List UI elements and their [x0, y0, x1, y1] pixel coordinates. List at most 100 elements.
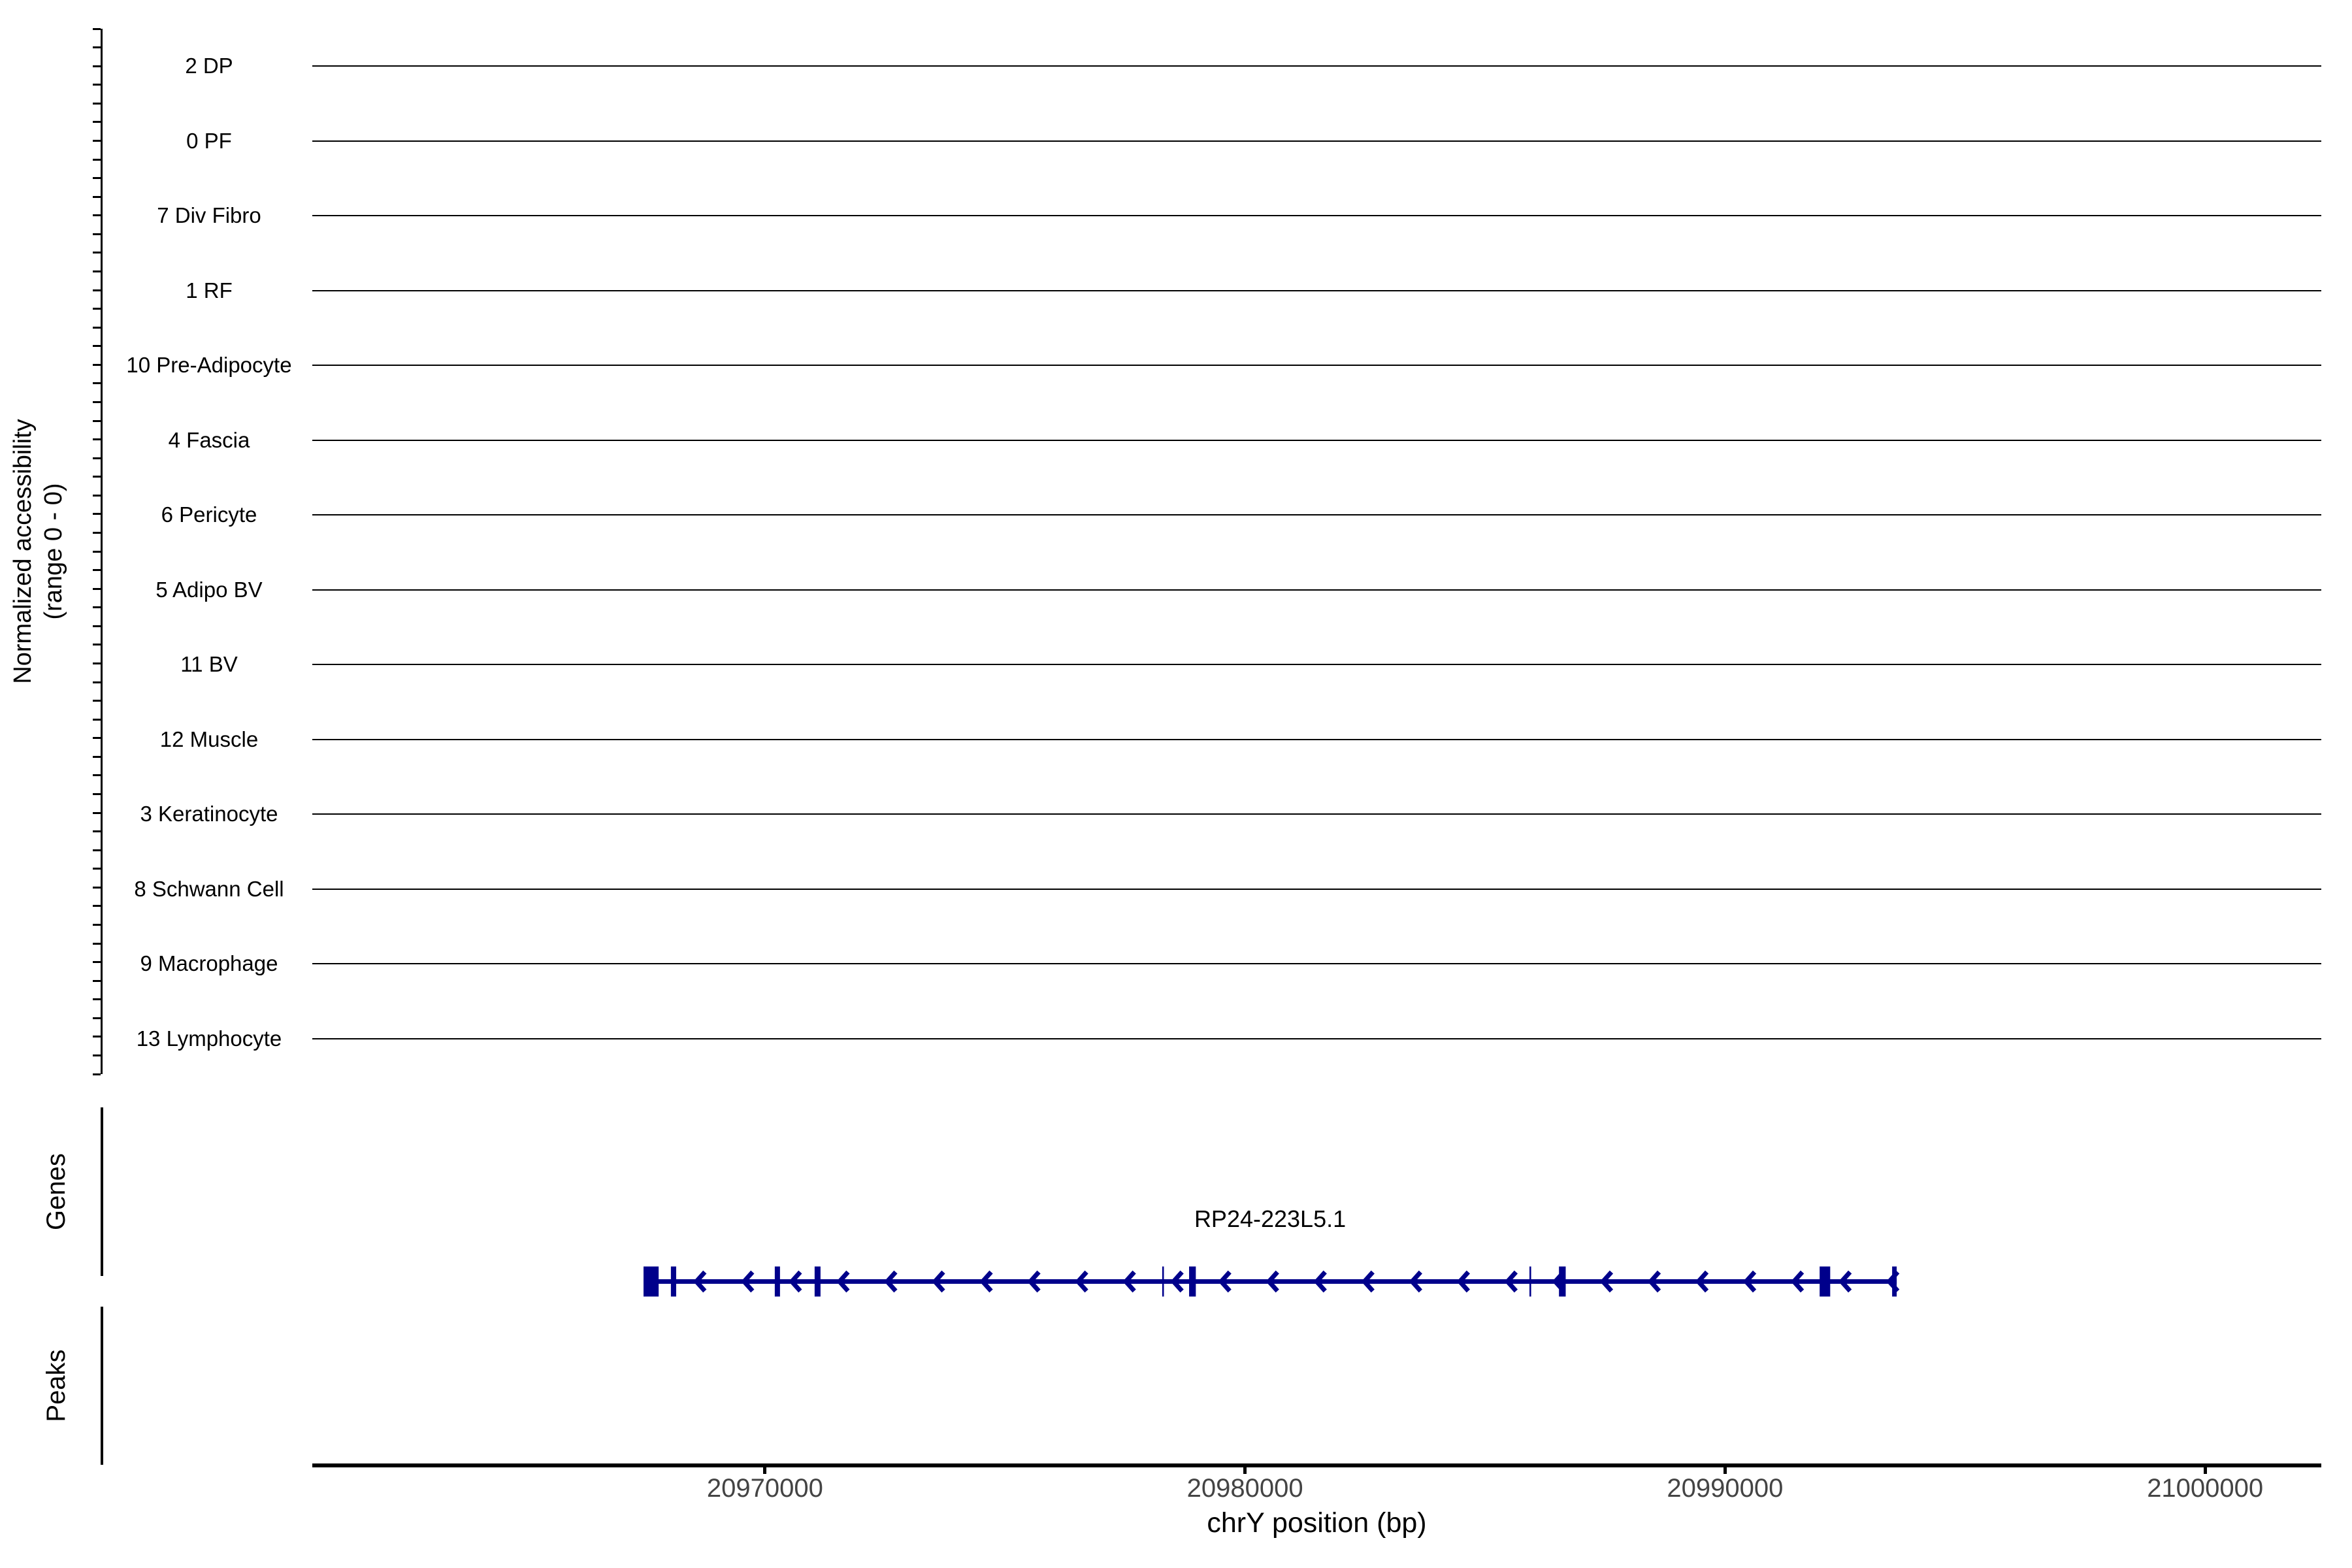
y-axis-tick: [93, 327, 101, 329]
y-axis-tick: [93, 177, 101, 179]
y-axis-tick: [93, 84, 101, 86]
y-axis-tick: [93, 159, 101, 161]
gene-exon: [1189, 1267, 1196, 1297]
x-axis-tick: [763, 1467, 766, 1474]
peaks-section-label: Peaks: [40, 1255, 73, 1516]
x-axis-tick-label: 20970000: [661, 1474, 870, 1503]
y-axis-tick: [93, 793, 101, 795]
y-axis-tick: [93, 252, 101, 253]
y-axis-tick: [93, 532, 101, 534]
track-signal-line: [312, 1038, 2321, 1039]
track-signal-line: [312, 813, 2321, 815]
gene-strand-arrow-left: [1555, 1272, 1563, 1291]
gene-strand-arrow-left: [1030, 1272, 1039, 1291]
gene-strand-arrow-left: [1603, 1272, 1611, 1291]
y-axis-tick: [93, 270, 101, 272]
track-signal-line: [312, 440, 2321, 441]
x-axis-line: [312, 1463, 2321, 1467]
y-axis-tick: [93, 998, 101, 1000]
y-axis-tick: [93, 1073, 101, 1075]
y-axis-tick: [93, 233, 101, 235]
gene-strand-arrow-left: [840, 1272, 848, 1291]
gene-strand-arrow-left: [1842, 1272, 1850, 1291]
y-axis-tick: [93, 924, 101, 926]
gene-exon: [1820, 1267, 1830, 1297]
y-axis-tick: [93, 1017, 101, 1019]
gene-strand-arrow-left: [1173, 1272, 1182, 1291]
track-signal-line: [312, 140, 2321, 142]
gene-strand-arrow-left: [1412, 1272, 1420, 1291]
track-signal-line: [312, 889, 2321, 890]
track-signal-line: [312, 365, 2321, 366]
gene-strand-arrow-left: [792, 1272, 800, 1291]
y-axis-tick: [93, 644, 101, 645]
gene-exon: [1162, 1267, 1164, 1297]
track-signal-line: [312, 739, 2321, 740]
y-axis-tick: [93, 905, 101, 907]
y-axis-tick: [93, 308, 101, 310]
y-axis-tick: [93, 830, 101, 832]
gene-strand-arrow-left: [887, 1272, 896, 1291]
y-axis-title-line1: Normalized accessibility: [8, 0, 39, 1139]
y-axis-tick: [93, 196, 101, 198]
y-axis-tick: [93, 569, 101, 571]
gene-strand-arrow-left: [1078, 1272, 1086, 1291]
y-axis-tick: [93, 103, 101, 105]
y-axis-tick: [93, 551, 101, 553]
y-axis-tick: [93, 121, 101, 123]
gene-body-line: [644, 1279, 1897, 1284]
y-axis-tick: [93, 700, 101, 702]
peaks-axis-line: [101, 1307, 103, 1465]
gene-strand-arrow-left: [1746, 1272, 1755, 1291]
y-axis-tick: [93, 401, 101, 403]
x-axis-tick: [1723, 1467, 1727, 1474]
gene-exon: [671, 1267, 676, 1297]
track-signal-line: [312, 963, 2321, 964]
gene-exon: [815, 1267, 821, 1297]
y-axis-tick: [93, 719, 101, 721]
y-axis-line: [101, 29, 103, 1074]
y-axis-tick: [93, 943, 101, 945]
gene-strand-arrow-left: [1221, 1272, 1230, 1291]
x-axis-tick: [2204, 1467, 2207, 1474]
gene-strand-arrow-left: [1269, 1272, 1277, 1291]
x-axis-tick-label: 20990000: [1620, 1474, 1829, 1503]
gene-strand-arrow-left: [1364, 1272, 1373, 1291]
track-signal-line: [312, 290, 2321, 291]
y-axis-tick: [93, 625, 101, 627]
track-signal-line: [312, 589, 2321, 591]
genome-browser-figure: Normalized accessibility (range 0 - 0) 2…: [0, 0, 2352, 1568]
gene-strand-arrow-left: [1651, 1272, 1659, 1291]
gene-exon: [644, 1267, 659, 1297]
y-axis-tick: [93, 1054, 101, 1056]
y-axis-tick: [93, 345, 101, 347]
gene-model: [0, 0, 2352, 1568]
gene-exon: [1529, 1267, 1531, 1297]
gene-strand-arrow-left: [744, 1272, 753, 1291]
gene-strand-arrow-left: [935, 1272, 943, 1291]
y-axis-tick: [93, 457, 101, 459]
y-axis-tick: [93, 681, 101, 683]
x-axis-tick-label: 20980000: [1141, 1474, 1350, 1503]
track-signal-line: [312, 514, 2321, 515]
gene-strand-arrow-left: [1794, 1272, 1803, 1291]
genes-axis-line: [101, 1107, 103, 1276]
y-axis-tick: [93, 476, 101, 478]
y-axis-tick: [93, 495, 101, 497]
y-axis-tick: [93, 868, 101, 870]
gene-exon: [1892, 1267, 1897, 1297]
gene-strand-arrow-left: [696, 1272, 705, 1291]
gene-strand-arrow-left: [983, 1272, 991, 1291]
gene-exon: [1559, 1267, 1565, 1297]
gene-exon: [775, 1267, 780, 1297]
y-axis-tick: [93, 46, 101, 48]
x-axis-tick-label: 21000000: [2100, 1474, 2310, 1503]
x-axis-title: chrY position (bp): [312, 1507, 2321, 1539]
track-signal-line: [312, 215, 2321, 216]
y-axis-tick: [93, 28, 101, 30]
gene-strand-arrow-left: [1126, 1272, 1134, 1291]
gene-name-label: RP24-223L5.1: [1074, 1206, 1466, 1232]
gene-strand-arrow-left: [1507, 1272, 1516, 1291]
x-axis-tick: [1243, 1467, 1247, 1474]
y-axis-tick: [93, 980, 101, 982]
